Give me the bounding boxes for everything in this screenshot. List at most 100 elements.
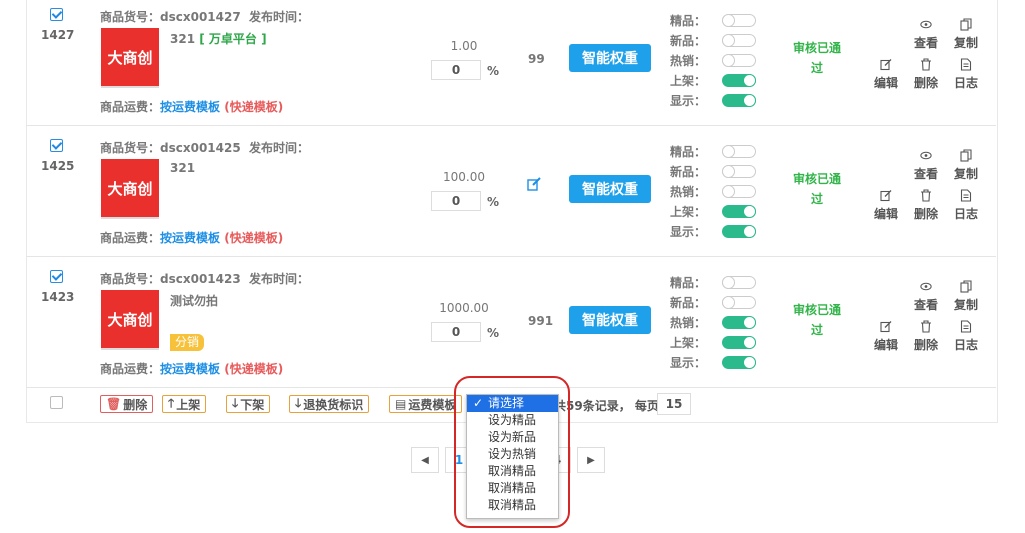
- shipping-line: 商品运费：按运费模板 (快递模板): [100, 362, 284, 376]
- product-row: 1427 商品货号：dscx001427 发布时间： 大商创 321 [ 万卓平台 ] 商…: [26, 0, 996, 126]
- toggle-display[interactable]: [722, 94, 756, 107]
- flag-label-featured: 精品：: [670, 276, 707, 290]
- platform-tag: [ 万卓平台 ]: [199, 32, 267, 46]
- row-checkbox[interactable]: [50, 139, 63, 152]
- copy-button[interactable]: 复制: [949, 280, 983, 313]
- toggle-hot[interactable]: [722, 54, 756, 67]
- product-thumbnail[interactable]: 大商创: [101, 28, 159, 86]
- goods-id: 1427: [41, 28, 75, 42]
- product-name-line: 321: [170, 161, 195, 175]
- toggle-on-shelf[interactable]: [722, 74, 756, 87]
- discount-input[interactable]: 0: [431, 60, 481, 80]
- batch-delete-button[interactable]: 🗑 删除: [100, 395, 154, 413]
- select-all-checkbox[interactable]: [50, 396, 63, 409]
- edit-icon: [869, 189, 903, 204]
- shipping-template-link[interactable]: 按运费模板: [160, 231, 220, 245]
- smart-weight-button[interactable]: 智能权重: [569, 306, 651, 334]
- price: 1.00: [450, 39, 478, 53]
- shipping-template-link[interactable]: 按运费模板: [160, 100, 220, 114]
- toggle-new[interactable]: [722, 296, 756, 309]
- toggle-display[interactable]: [722, 356, 756, 369]
- shipping-template-button[interactable]: ▤ 运费模板: [389, 395, 463, 413]
- trash-icon: [909, 189, 943, 204]
- batch-on-shelf-button[interactable]: 🡑 上架: [162, 395, 207, 413]
- log-icon: [949, 58, 983, 73]
- product-thumbnail[interactable]: 大商创: [101, 159, 159, 217]
- chevron-left-icon: ◀: [421, 454, 429, 466]
- edit-button[interactable]: 编辑: [869, 320, 903, 353]
- prev-page-button[interactable]: ◀: [411, 447, 439, 473]
- per-page-input[interactable]: 15: [657, 393, 691, 415]
- flag-label-new: 新品：: [670, 34, 707, 48]
- next-page-button[interactable]: ▶: [577, 447, 605, 473]
- shipping-template-link[interactable]: 按运费模板: [160, 362, 220, 376]
- stock-count[interactable]: 99: [528, 52, 545, 66]
- view-button[interactable]: 查看: [909, 149, 943, 182]
- copy-button[interactable]: 复制: [949, 149, 983, 182]
- percent-sign: %: [487, 64, 500, 78]
- toggle-featured[interactable]: [722, 276, 756, 289]
- sku-line: 商品货号：dscx001423: [100, 272, 241, 286]
- log-icon: [949, 189, 983, 204]
- delete-button[interactable]: 删除: [909, 189, 943, 222]
- copy-button[interactable]: 复制: [949, 18, 983, 51]
- product-name[interactable]: 321: [170, 161, 195, 175]
- flag-label-on-shelf: 上架：: [670, 205, 707, 219]
- toggle-featured[interactable]: [722, 14, 756, 27]
- delete-button[interactable]: 删除: [909, 320, 943, 353]
- product-name[interactable]: 321: [170, 32, 195, 46]
- stock-count[interactable]: 991: [528, 314, 553, 328]
- log-button[interactable]: 日志: [949, 58, 983, 91]
- log-button[interactable]: 日志: [949, 320, 983, 353]
- highlight-annotation: [454, 376, 570, 528]
- flag-label-hot: 热销：: [670, 316, 707, 330]
- toggle-hot[interactable]: [722, 185, 756, 198]
- sku-line: 商品货号：dscx001425: [100, 141, 241, 155]
- arrow-down-icon: 🡓: [295, 395, 302, 410]
- eye-icon: [909, 18, 943, 33]
- flag-label-hot: 热销：: [670, 185, 707, 199]
- log-button[interactable]: 日志: [949, 189, 983, 222]
- eye-icon: [909, 149, 943, 164]
- flag-label-new: 新品：: [670, 296, 707, 310]
- copy-icon: [949, 149, 983, 164]
- toggle-hot[interactable]: [722, 316, 756, 329]
- toggle-featured[interactable]: [722, 145, 756, 158]
- delete-button[interactable]: 删除: [909, 58, 943, 91]
- smart-weight-button[interactable]: 智能权重: [569, 44, 651, 72]
- smart-weight-button[interactable]: 智能权重: [569, 175, 651, 203]
- batch-off-shelf-button[interactable]: 🡓 下架: [226, 395, 271, 413]
- edit-button[interactable]: 编辑: [869, 58, 903, 91]
- flag-label-on-shelf: 上架：: [670, 74, 707, 88]
- toggle-on-shelf[interactable]: [722, 205, 756, 218]
- arrow-up-icon: 🡑: [168, 395, 175, 410]
- view-button[interactable]: 查看: [909, 280, 943, 313]
- discount-input[interactable]: 0: [431, 322, 481, 342]
- toggle-display[interactable]: [722, 225, 756, 238]
- arrow-down-icon: 🡓: [232, 395, 239, 410]
- chevron-right-icon: ▶: [587, 454, 595, 466]
- view-button[interactable]: 查看: [909, 18, 943, 51]
- product-thumbnail[interactable]: 大商创: [101, 290, 159, 348]
- product-name[interactable]: 测试勿拍: [170, 294, 218, 308]
- return-mark-button[interactable]: 🡓 退换货标识: [289, 395, 370, 413]
- flag-label-hot: 热销：: [670, 54, 707, 68]
- shipping-line: 商品运费：按运费模板 (快递模板): [100, 231, 284, 245]
- trash-icon: 🗑: [106, 397, 122, 411]
- copy-icon: [949, 280, 983, 295]
- product-name-line: 321 [ 万卓平台 ]: [170, 30, 267, 47]
- goods-id: 1425: [41, 159, 75, 173]
- percent-sign: %: [487, 326, 500, 340]
- edit-button[interactable]: 编辑: [869, 189, 903, 222]
- product-row: 1425 商品货号：dscx001425 发布时间： 大商创 321 商品运费：按运费模…: [26, 125, 996, 257]
- publish-time-label: 发布时间：: [249, 272, 310, 286]
- row-checkbox[interactable]: [50, 270, 63, 283]
- eye-icon: [909, 280, 943, 295]
- toggle-new[interactable]: [722, 34, 756, 47]
- toggle-on-shelf[interactable]: [722, 336, 756, 349]
- discount-input[interactable]: 0: [431, 191, 481, 211]
- stock-edit-icon[interactable]: [527, 177, 542, 194]
- toggle-new[interactable]: [722, 165, 756, 178]
- flag-label-display: 显示：: [670, 356, 707, 370]
- row-checkbox[interactable]: [50, 8, 63, 21]
